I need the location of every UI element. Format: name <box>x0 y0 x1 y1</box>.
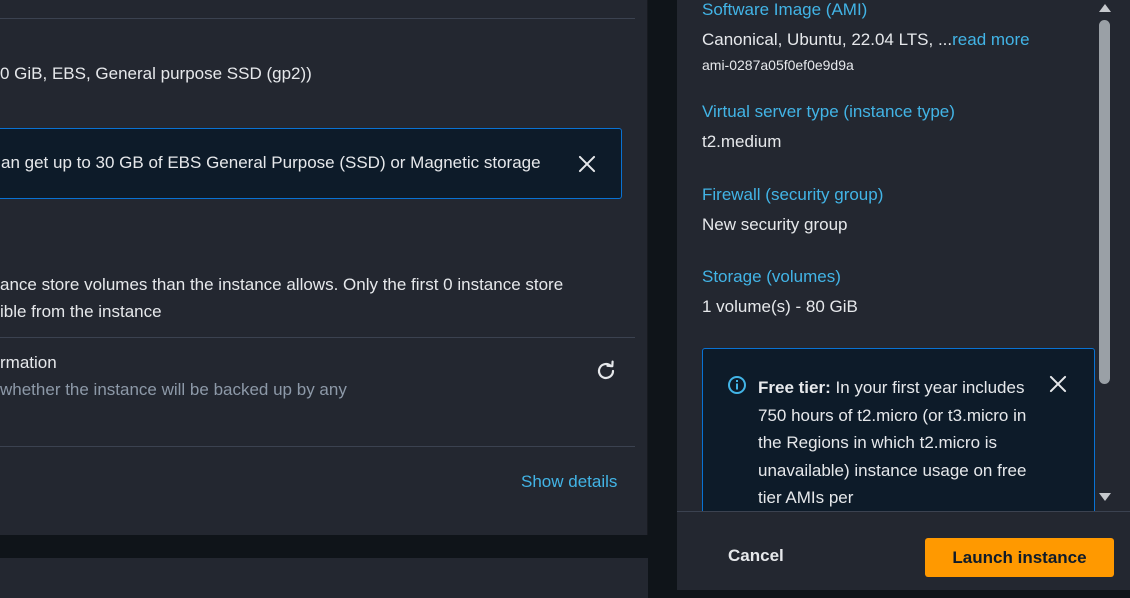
storage-label-link[interactable]: Storage (volumes) <box>702 267 841 287</box>
scroll-down-arrow-icon[interactable] <box>1099 493 1111 501</box>
free-tier-text: Free tier: In your first year includes 7… <box>758 374 1048 511</box>
instance-type-label-link[interactable]: Virtual server type (instance type) <box>702 102 955 122</box>
launch-instance-button[interactable]: Launch instance <box>925 538 1114 577</box>
ami-id: ami-0287a05f0ef0e9d9a <box>702 57 854 73</box>
info-icon <box>728 376 746 394</box>
backup-info-title: rmation <box>0 353 57 372</box>
configure-instance-panel: 0 GiB, EBS, General purpose SSD (gp2)) a… <box>0 0 648 535</box>
free-tier-title: Free tier: <box>758 378 831 397</box>
warning-line-1: ance store volumes than the instance all… <box>0 275 564 294</box>
divider <box>0 18 635 19</box>
backup-info-description: whether the instance will be backed up b… <box>0 380 347 399</box>
ami-label-link[interactable]: Software Image (AMI) <box>702 0 867 20</box>
firewall-label-link[interactable]: Firewall (security group) <box>702 185 883 205</box>
cancel-button[interactable]: Cancel <box>728 546 784 566</box>
refresh-icon[interactable] <box>594 359 618 383</box>
footer-divider <box>677 511 1130 512</box>
scrollbar-thumb[interactable] <box>1099 20 1110 384</box>
free-tier-body: In your first year includes 750 hours of… <box>758 378 1027 507</box>
scroll-up-arrow-icon[interactable] <box>1099 4 1111 12</box>
storage-value: 1 volume(s) - 80 GiB <box>702 297 858 316</box>
next-section-panel <box>0 558 648 598</box>
summary-panel: Software Image (AMI) Canonical, Ubuntu, … <box>677 0 1130 590</box>
storage-summary: 0 GiB, EBS, General purpose SSD (gp2)) <box>0 64 312 83</box>
panel-gutter <box>648 0 677 590</box>
ami-name: Canonical, Ubuntu, 22.04 LTS, ... <box>702 30 953 49</box>
free-tier-storage-alert: an get up to 30 GB of EBS General Purpos… <box>0 128 622 199</box>
read-more-link[interactable]: read more <box>952 30 1029 49</box>
free-tier-alert: Free tier: In your first year includes 7… <box>702 348 1095 511</box>
warning-line-2: ible from the instance <box>0 302 162 321</box>
instance-type-value: t2.medium <box>702 132 782 151</box>
divider <box>0 446 635 447</box>
divider <box>0 337 635 338</box>
scrollbar[interactable] <box>1095 0 1115 511</box>
ami-value: Canonical, Ubuntu, 22.04 LTS, ...read mo… <box>702 30 1030 50</box>
summary-scroll-area[interactable]: Software Image (AMI) Canonical, Ubuntu, … <box>677 0 1130 511</box>
alert-message: an get up to 30 GB of EBS General Purpos… <box>1 153 541 172</box>
show-details-link[interactable]: Show details <box>521 472 617 492</box>
instance-store-warning: ance store volumes than the instance all… <box>0 271 563 325</box>
firewall-value: New security group <box>702 215 848 234</box>
close-icon[interactable] <box>576 153 598 175</box>
close-icon[interactable] <box>1047 373 1069 395</box>
